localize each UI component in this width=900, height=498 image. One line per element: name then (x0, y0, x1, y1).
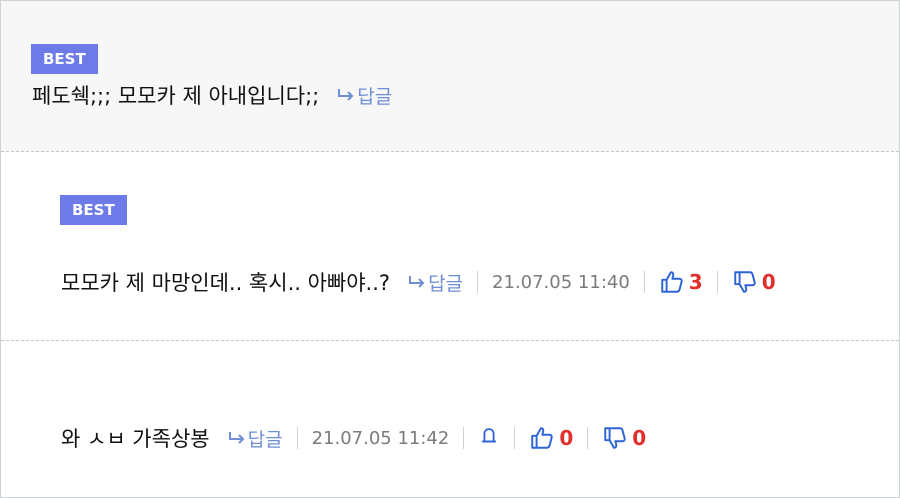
divider (514, 427, 516, 449)
reply-label: 답글 (428, 272, 464, 295)
comment-date: 21.07.05 11:42 (311, 427, 450, 449)
divider (477, 271, 479, 293)
thumbs-down-icon (733, 271, 756, 293)
downvote-count: 0 (761, 270, 776, 294)
thumbs-down-icon (604, 427, 626, 449)
upvote-button[interactable]: 0 (529, 425, 573, 451)
comment-item-3: 와 ㅅㅂ 가족상봉 답글 21.07.05 11:42 0 0 (1, 341, 899, 495)
reply-arrow-icon (338, 89, 354, 101)
alert-button[interactable] (478, 425, 500, 451)
comment-text: 모모카 제 마망인데.. 혹시.. 아빠야..? (61, 271, 391, 295)
upvote-count: 0 (559, 426, 574, 450)
comment-text: 와 ㅅㅂ 가족상봉 (61, 427, 210, 451)
comment-text: 페도쉑;;; 모모카 제 아내입니다;; (32, 84, 320, 108)
comment-item-1: BEST 페도쉑;;; 모모카 제 아내입니다;; 답글 (1, 1, 899, 152)
divider (587, 427, 589, 449)
reply-arrow-icon (228, 432, 245, 444)
reply-button[interactable]: 답글 (337, 82, 392, 109)
thumbs-up-icon (531, 427, 554, 449)
divider (716, 271, 718, 293)
downvote-count: 0 (632, 426, 647, 450)
thumbs-up-icon (661, 271, 683, 293)
reply-label: 답글 (357, 85, 393, 108)
reply-arrow-icon (409, 276, 425, 288)
comment-item-2: BEST 모모카 제 마망인데.. 혹시.. 아빠야..? 답글 21.07.0… (1, 152, 899, 341)
divider (463, 427, 465, 449)
divider (643, 271, 645, 293)
upvote-button[interactable]: 3 (659, 269, 703, 295)
reply-label: 답글 (247, 428, 283, 451)
reply-button[interactable]: 답글 (228, 425, 283, 452)
downvote-button[interactable]: 0 (602, 425, 646, 451)
best-badge: BEST (60, 195, 127, 225)
comment-date: 21.07.05 11:40 (492, 271, 630, 293)
divider (296, 427, 298, 449)
downvote-button[interactable]: 0 (732, 269, 776, 295)
best-badge: BEST (31, 44, 98, 74)
upvote-count: 3 (688, 270, 703, 294)
reply-button[interactable]: 답글 (408, 269, 463, 296)
bell-icon (482, 428, 497, 443)
